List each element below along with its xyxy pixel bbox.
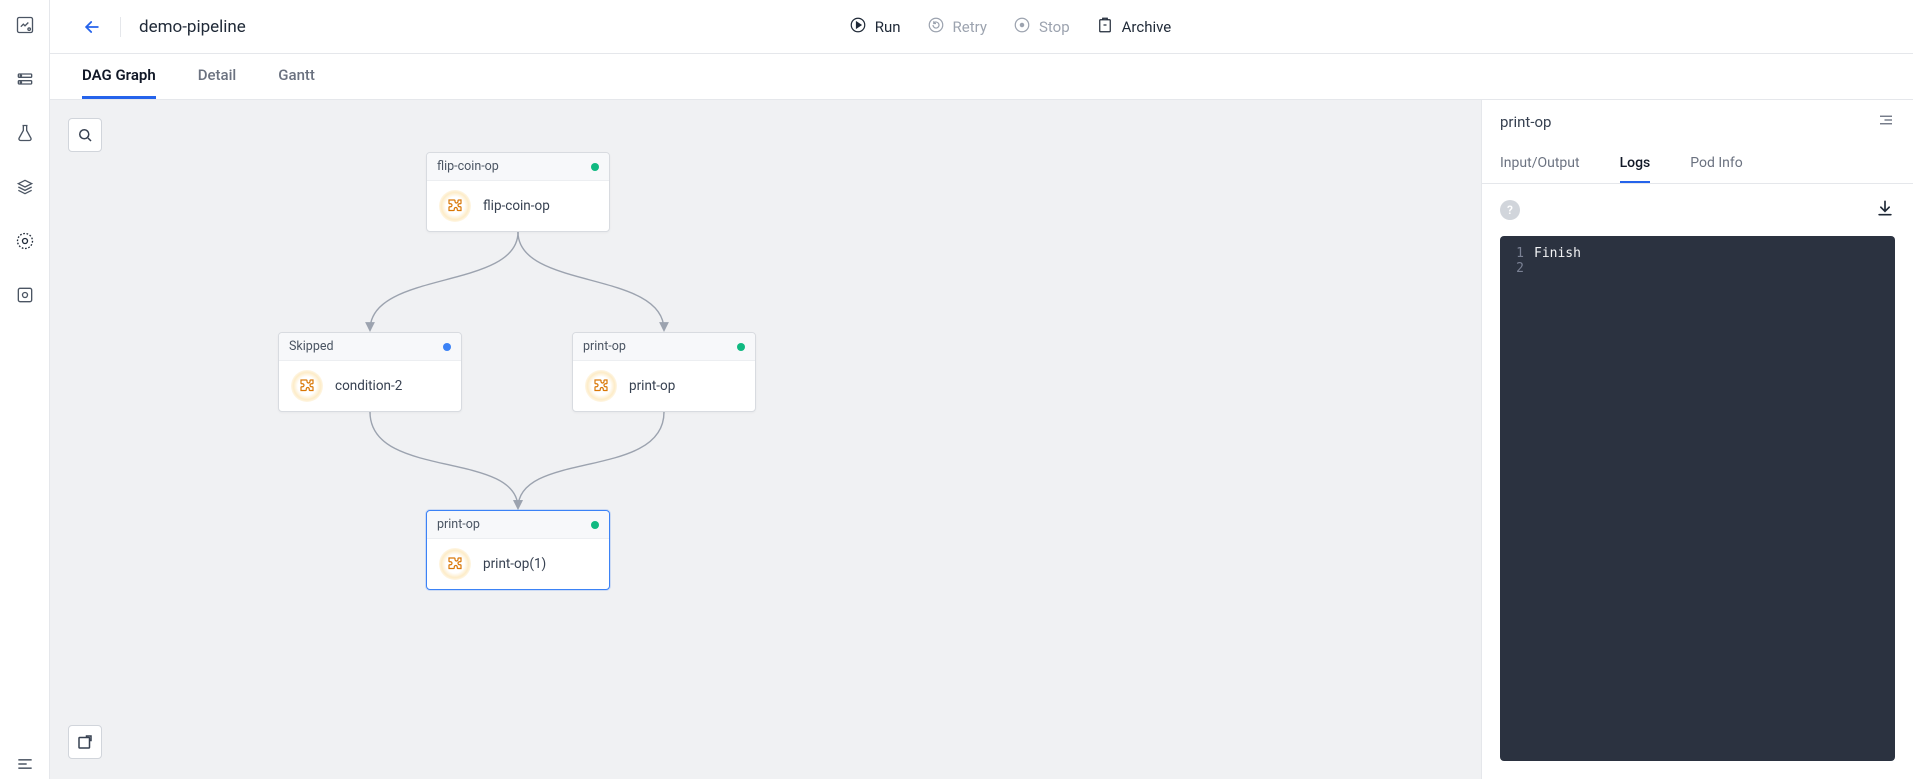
node-header: Skipped xyxy=(279,333,461,361)
play-icon xyxy=(849,16,867,38)
header-divider xyxy=(120,17,121,37)
panel-tab-input-output[interactable]: Input/Output xyxy=(1500,144,1580,183)
node-title: print-op xyxy=(583,339,626,354)
puzzle-icon xyxy=(291,370,323,402)
puzzle-icon xyxy=(585,370,617,402)
log-line: 1 Finish xyxy=(1500,246,1895,261)
pipeline-title: demo-pipeline xyxy=(139,17,831,37)
node-label: print-op xyxy=(629,378,675,394)
archive-button[interactable]: Archive xyxy=(1096,16,1172,38)
experiments-icon[interactable] xyxy=(10,118,40,148)
retry-icon xyxy=(927,16,945,38)
collapse-panel-icon[interactable] xyxy=(1877,111,1895,133)
help-icon[interactable]: ? xyxy=(1500,200,1520,220)
stop-button: Stop xyxy=(1013,16,1070,38)
node-title: print-op xyxy=(437,517,480,532)
stop-icon xyxy=(1013,16,1031,38)
puzzle-icon xyxy=(439,548,471,580)
tab-detail[interactable]: Detail xyxy=(198,54,237,99)
right-panel: print-op Input/Output Logs Pod Info ? 1 … xyxy=(1481,100,1913,779)
puzzle-icon xyxy=(439,190,471,222)
back-button[interactable] xyxy=(82,17,102,37)
dag-edges xyxy=(50,100,1481,779)
dashboard-icon[interactable] xyxy=(10,10,40,40)
node-condition-2[interactable]: Skipped condition-2 xyxy=(278,332,462,412)
top-header: demo-pipeline Run Retry Stop Archive xyxy=(50,0,1913,54)
workspace: flip-coin-op flip-coin-op Skipped xyxy=(50,100,1913,779)
log-line-number: 1 xyxy=(1500,246,1534,261)
collapse-rail-icon[interactable] xyxy=(10,749,40,779)
log-toolbar: ? xyxy=(1482,184,1913,236)
status-dot-success xyxy=(591,163,599,171)
node-print-op[interactable]: print-op print-op xyxy=(572,332,756,412)
search-button[interactable] xyxy=(68,118,102,152)
tab-gantt[interactable]: Gantt xyxy=(278,54,315,99)
dag-canvas[interactable]: flip-coin-op flip-coin-op Skipped xyxy=(50,100,1481,779)
status-dot-success xyxy=(591,521,599,529)
retry-button: Retry xyxy=(927,16,987,38)
node-label: print-op(1) xyxy=(483,556,546,572)
node-flip-coin-op[interactable]: flip-coin-op flip-coin-op xyxy=(426,152,610,232)
log-line: 2 xyxy=(1500,261,1895,276)
node-header: print-op xyxy=(427,511,609,539)
node-header: print-op xyxy=(573,333,755,361)
left-rail xyxy=(0,0,50,779)
panel-header: print-op xyxy=(1482,100,1913,144)
status-dot-success xyxy=(737,343,745,351)
status-dot-skipped xyxy=(443,343,451,351)
node-title: flip-coin-op xyxy=(437,159,499,174)
panel-tabs: Input/Output Logs Pod Info xyxy=(1482,144,1913,184)
archive-icon xyxy=(1096,16,1114,38)
panel-title: print-op xyxy=(1500,113,1551,131)
download-logs-button[interactable] xyxy=(1875,198,1895,222)
fullscreen-button[interactable] xyxy=(68,725,102,759)
node-print-op-1[interactable]: print-op print-op(1) xyxy=(426,510,610,590)
node-title: Skipped xyxy=(289,339,334,354)
node-header: flip-coin-op xyxy=(427,153,609,181)
node-body: flip-coin-op xyxy=(427,181,609,231)
pipeline-settings-icon[interactable] xyxy=(10,226,40,256)
jobs-icon[interactable] xyxy=(10,64,40,94)
log-line-number: 2 xyxy=(1500,261,1534,276)
artifacts-icon[interactable] xyxy=(10,280,40,310)
panel-tab-pod-info[interactable]: Pod Info xyxy=(1690,144,1743,183)
tab-dag-graph[interactable]: DAG Graph xyxy=(82,54,156,99)
run-button[interactable]: Run xyxy=(849,16,901,38)
node-body: print-op xyxy=(573,361,755,411)
view-tabs: DAG Graph Detail Gantt xyxy=(50,54,1913,100)
panel-tab-logs[interactable]: Logs xyxy=(1620,144,1651,183)
node-body: condition-2 xyxy=(279,361,461,411)
models-icon[interactable] xyxy=(10,172,40,202)
node-label: condition-2 xyxy=(335,378,402,394)
log-view[interactable]: 1 Finish 2 xyxy=(1500,236,1895,761)
node-body: print-op(1) xyxy=(427,539,609,589)
log-line-text: Finish xyxy=(1534,246,1581,261)
node-label: flip-coin-op xyxy=(483,198,550,214)
